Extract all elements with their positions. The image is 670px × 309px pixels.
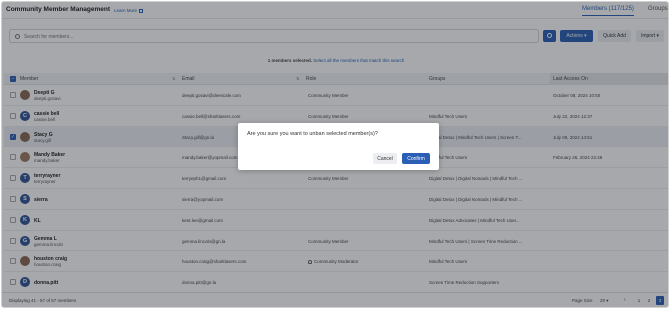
dialog-message: Are you sure you want to unban selected … — [247, 131, 378, 137]
confirm-button[interactable]: Confirm — [402, 153, 430, 164]
unban-confirm-dialog: Are you sure you want to unban selected … — [238, 123, 439, 170]
app-frame: Community Member Management Learn More M… — [1, 1, 669, 308]
cancel-button[interactable]: Cancel — [373, 153, 397, 164]
